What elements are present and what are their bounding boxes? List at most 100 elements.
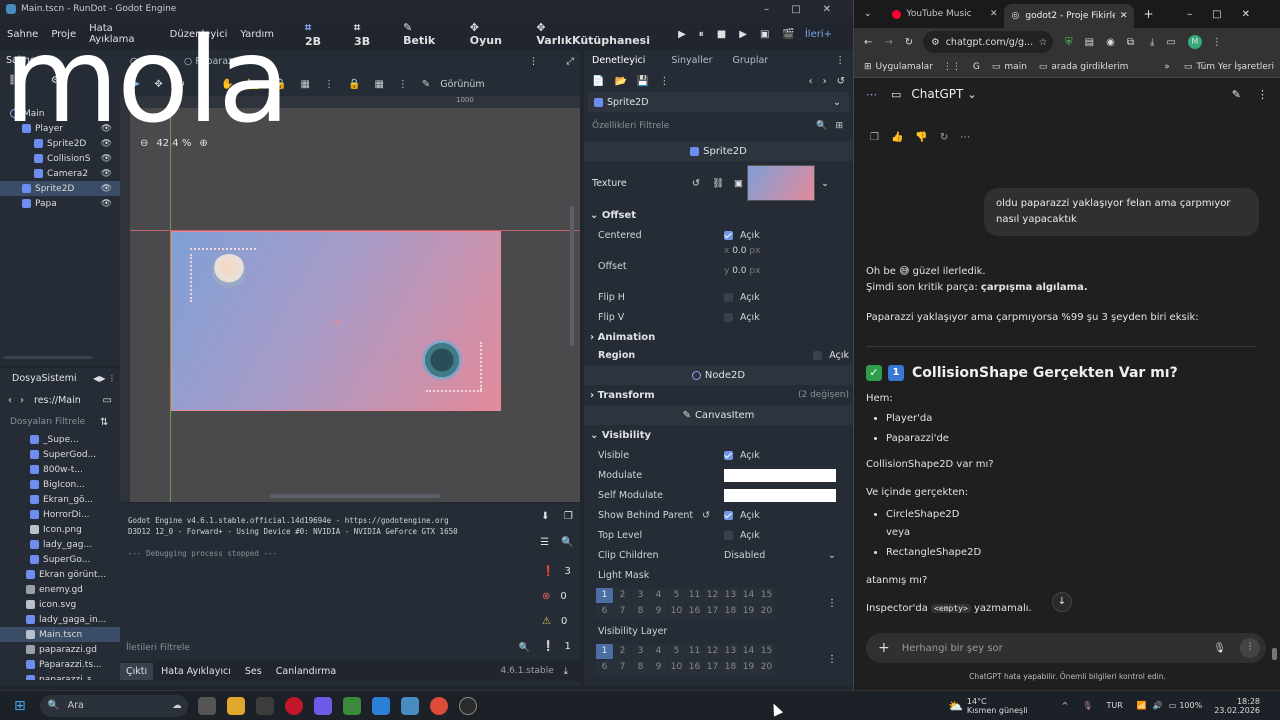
- texture-preview[interactable]: [747, 165, 816, 201]
- prompt-input[interactable]: + Herhangi bir şey sor 🎙 ⫶: [866, 633, 1266, 663]
- sort-icon[interactable]: ⇅: [100, 417, 108, 428]
- movie-icon[interactable]: 🎬: [782, 29, 794, 40]
- godot-icon[interactable]: [400, 696, 419, 715]
- workspace-script[interactable]: ✎ Betik: [403, 21, 457, 47]
- modulate-color[interactable]: [724, 468, 836, 482]
- centered-checkbox[interactable]: Açık: [724, 230, 760, 241]
- download-icon[interactable]: ⤓: [1150, 37, 1154, 48]
- bookmark-all[interactable]: Tüm Yer İşaretleri: [1196, 62, 1274, 72]
- revert-icon[interactable]: ↺: [702, 510, 718, 521]
- fs-filter-input[interactable]: Dosyaları Filtrele: [10, 417, 94, 427]
- layer-cell[interactable]: 9: [650, 603, 667, 619]
- layer-cell[interactable]: 5: [668, 643, 685, 659]
- new-resource-icon[interactable]: 📄: [592, 76, 604, 87]
- filter-options-icon[interactable]: ⊞: [835, 121, 843, 131]
- play-custom-icon[interactable]: ▣: [760, 29, 769, 40]
- layer-cell[interactable]: 1: [596, 587, 613, 603]
- warning-icon[interactable]: ⚠: [542, 616, 551, 627]
- more-icon[interactable]: ⋮: [324, 79, 334, 90]
- visibility-eye-icon[interactable]: 👁: [101, 184, 112, 194]
- volume-icon[interactable]: 🔊: [1153, 701, 1163, 710]
- layer-cell[interactable]: 4: [650, 643, 667, 659]
- light-mask-grid[interactable]: 1 2 3 4 5 11 12 13 14 15 6 7 8 9 10 16 17 18 19 20: [596, 587, 775, 619]
- copy-icon[interactable]: ❐: [870, 132, 879, 143]
- visibility-eye-icon[interactable]: 👁: [101, 169, 112, 179]
- file-item[interactable]: Ekran görünt...: [0, 567, 120, 582]
- layer-cell[interactable]: 11: [686, 643, 703, 659]
- tray-up-icon[interactable]: ^: [1062, 701, 1069, 710]
- expand-icon[interactable]: ⤢: [566, 56, 574, 67]
- tab-audio[interactable]: Ses: [245, 666, 262, 677]
- edit-icon[interactable]: ▣: [734, 178, 743, 189]
- clock[interactable]: 18:28 23.02.2026: [1214, 697, 1260, 715]
- layer-cell[interactable]: 17: [704, 659, 721, 675]
- new-chat-icon[interactable]: ✎: [1232, 88, 1241, 101]
- more-icon[interactable]: ⋮: [1257, 88, 1268, 101]
- new-tab-icon[interactable]: +: [1144, 7, 1154, 21]
- app-icon[interactable]: [342, 696, 361, 715]
- layer-cell[interactable]: 7: [614, 659, 631, 675]
- scene-tree-item[interactable]: CollisionS 👁: [0, 151, 120, 166]
- layer-cell[interactable]: 9: [650, 659, 667, 675]
- play-icon[interactable]: ▶: [678, 29, 686, 40]
- menu-icon[interactable]: ⋮: [1212, 37, 1222, 48]
- microphone-icon[interactable]: 🎙: [1213, 643, 1226, 654]
- tab-search-icon[interactable]: ⌄: [864, 9, 872, 19]
- cast-icon[interactable]: ▭: [1166, 37, 1175, 48]
- forward-icon[interactable]: →: [884, 37, 892, 48]
- extra-icon[interactable]: ⋮: [659, 76, 669, 87]
- open-icon[interactable]: 📂: [614, 76, 626, 87]
- wrap-icon[interactable]: ☰: [540, 537, 549, 548]
- vscode-icon[interactable]: [371, 696, 390, 715]
- store-icon[interactable]: [255, 696, 274, 715]
- layer-cell[interactable]: 10: [668, 659, 685, 675]
- tab-signals[interactable]: Sinyaller: [671, 55, 712, 66]
- bookmark-apps[interactable]: Uygulamalar: [876, 62, 933, 72]
- language[interactable]: TUR: [1107, 701, 1123, 710]
- file-item[interactable]: Ekran_gö...: [0, 492, 120, 507]
- play-scene-icon[interactable]: ▶: [739, 29, 747, 40]
- layer-cell[interactable]: 15: [758, 643, 775, 659]
- save-icon[interactable]: 💾: [637, 76, 649, 87]
- back-icon[interactable]: ‹: [8, 395, 12, 406]
- output-filter[interactable]: İletileri Filtrele 🔍: [126, 639, 530, 657]
- thumbs-down-icon[interactable]: 👎: [915, 132, 927, 143]
- search-toggle-icon[interactable]: 🔍: [561, 537, 573, 548]
- layer-cell[interactable]: 2: [614, 587, 631, 603]
- layer-cell[interactable]: 19: [740, 603, 757, 619]
- history-back-icon[interactable]: ‹: [809, 76, 813, 87]
- shield-icon[interactable]: ⛨: [1065, 37, 1073, 48]
- close-icon[interactable]: ✕: [1120, 11, 1128, 21]
- file-item[interactable]: SuperGod...: [0, 447, 120, 462]
- layer-menu-icon[interactable]: ⋮: [827, 654, 837, 665]
- dock-menu-icon[interactable]: ◀▶ ⋮: [93, 374, 116, 383]
- layer-cell[interactable]: 11: [686, 587, 703, 603]
- workspace-assetlib[interactable]: ✥ VarlıkKütüphanesi: [536, 21, 665, 47]
- file-item[interactable]: Paparazzi.ts...: [0, 657, 120, 672]
- back-icon[interactable]: ←: [864, 37, 872, 48]
- weather-icon[interactable]: ⛅: [948, 699, 963, 713]
- layer-cell[interactable]: 19: [740, 659, 757, 675]
- bookmark-arada[interactable]: arada girdiklerim: [1051, 62, 1128, 72]
- google-icon[interactable]: G: [973, 62, 980, 72]
- history-forward-icon[interactable]: ›: [823, 76, 827, 87]
- model-title[interactable]: ChatGPT: [911, 87, 963, 101]
- brush-icon[interactable]: ✎: [422, 79, 430, 90]
- file-item[interactable]: HorrorDi...: [0, 507, 120, 522]
- layer-menu-icon[interactable]: ⋮: [827, 598, 837, 609]
- scene-scrollbar[interactable]: [4, 356, 92, 359]
- scene-tree-item[interactable]: Papa 👁: [0, 196, 120, 211]
- flipv-checkbox[interactable]: Açık: [724, 312, 760, 323]
- tab-youtube-music[interactable]: YouTube Music ✕: [884, 3, 1004, 25]
- file-explorer-icon[interactable]: [226, 696, 245, 715]
- workspace-3d[interactable]: ⌗ 3B: [354, 21, 390, 48]
- layer-cell[interactable]: 3: [632, 643, 649, 659]
- tab-groups[interactable]: Gruplar: [733, 55, 769, 66]
- visibility-eye-icon[interactable]: 👁: [101, 154, 112, 164]
- wifi-icon[interactable]: 📶: [1137, 701, 1147, 710]
- tab-output[interactable]: Çıktı: [120, 662, 154, 680]
- renderer-select[interactable]: İleri+: [805, 29, 832, 40]
- file-item[interactable]: enemy.gd: [0, 582, 120, 597]
- section-transform[interactable]: › Transform (2 değişen): [584, 385, 853, 405]
- property-filter[interactable]: Özellikleri Filtrele 🔍 ⊞: [588, 115, 849, 137]
